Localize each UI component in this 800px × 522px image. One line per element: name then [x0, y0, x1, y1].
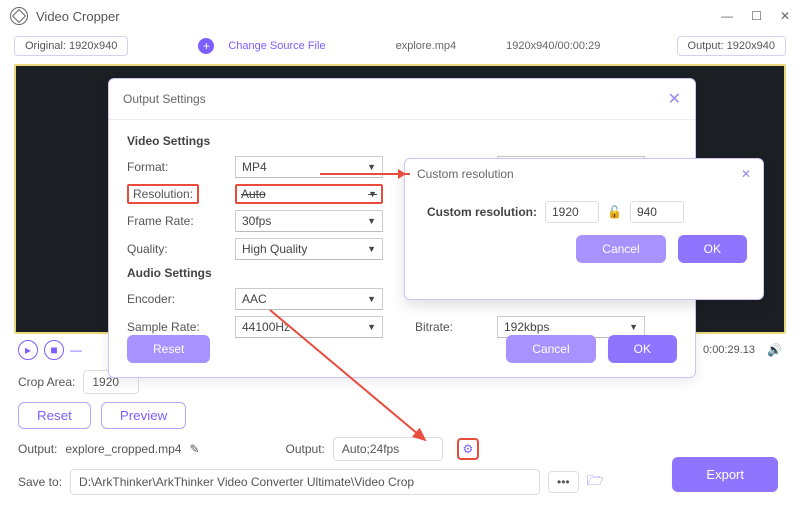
- save-to-label: Save to:: [18, 475, 62, 489]
- aencoder-select[interactable]: AAC▼: [235, 288, 383, 310]
- info-strip: Original: 1920x940 + Change Source File …: [0, 32, 800, 60]
- maximize-icon[interactable]: ☐: [751, 9, 762, 23]
- dialog-title: Output Settings: [123, 92, 206, 106]
- preview-button[interactable]: Preview: [101, 402, 186, 429]
- output-file-label: Output:: [18, 442, 57, 456]
- edit-filename-icon[interactable]: ✎: [189, 442, 199, 456]
- stop-button[interactable]: ■: [44, 340, 64, 360]
- sub-ok-button[interactable]: OK: [678, 235, 747, 263]
- annotation-arrow-icon: [320, 173, 410, 175]
- framerate-label: Frame Rate:: [127, 214, 223, 228]
- change-source-link[interactable]: Change Source File: [228, 40, 325, 52]
- save-path-input[interactable]: D:\ArkThinker\ArkThinker Video Converter…: [70, 469, 540, 495]
- app-logo-icon: [10, 7, 28, 25]
- video-settings-heading: Video Settings: [127, 134, 677, 148]
- output-size-chip: Output: 1920x940: [677, 36, 786, 56]
- export-button[interactable]: Export: [672, 457, 778, 492]
- app-title: Video Cropper: [36, 9, 721, 24]
- resolution-label: Resolution:: [127, 187, 223, 201]
- output-format-label: Output:: [286, 442, 325, 456]
- open-folder-icon[interactable]: 🗁: [587, 470, 604, 494]
- crop-area-label: Crop Area:: [18, 375, 75, 389]
- original-size-chip: Original: 1920x940: [14, 36, 128, 56]
- resolution-select[interactable]: Auto▼: [235, 184, 383, 204]
- output-filename: explore_cropped.mp4: [65, 442, 181, 456]
- dialog-close-icon[interactable]: ✕: [668, 89, 681, 109]
- filename-label: explore.mp4: [396, 40, 457, 52]
- custom-height-input[interactable]: 940: [630, 201, 684, 223]
- reset-button[interactable]: Reset: [18, 402, 91, 429]
- settings-gear-icon[interactable]: ⚙: [457, 438, 479, 460]
- modal-ok-button[interactable]: OK: [608, 335, 677, 363]
- play-button[interactable]: ▸: [18, 340, 38, 360]
- browse-button[interactable]: •••: [548, 471, 579, 493]
- framerate-select[interactable]: 30fps▼: [235, 210, 383, 232]
- bitrate-label: Bitrate:: [415, 320, 485, 334]
- custom-resolution-dialog: Custom resolution ✕ Custom resolution: 1…: [404, 158, 764, 300]
- volume-icon[interactable]: 🔊: [767, 343, 782, 357]
- output-format-value[interactable]: Auto;24fps: [333, 437, 443, 461]
- sub-label: Custom resolution:: [427, 205, 537, 219]
- modal-reset-button[interactable]: Reset: [127, 335, 210, 363]
- samplerate-label: Sample Rate:: [127, 320, 223, 334]
- format-label: Format:: [127, 160, 223, 174]
- sub-title: Custom resolution: [417, 167, 514, 181]
- close-icon[interactable]: ✕: [780, 9, 790, 23]
- modal-cancel-button[interactable]: Cancel: [506, 335, 595, 363]
- sub-close-icon[interactable]: ✕: [741, 167, 751, 181]
- minimize-icon[interactable]: —: [721, 9, 733, 23]
- change-source-plus-icon[interactable]: +: [198, 38, 214, 54]
- custom-width-input[interactable]: 1920: [545, 201, 599, 223]
- quality-select[interactable]: High Quality▼: [235, 238, 383, 260]
- sub-cancel-button[interactable]: Cancel: [576, 235, 665, 263]
- timecode: 0:00:29.13: [703, 344, 755, 356]
- lock-ratio-icon[interactable]: 🔓: [607, 205, 622, 219]
- aencoder-label: Encoder:: [127, 292, 223, 306]
- quality-label: Quality:: [127, 242, 223, 256]
- titlebar: Video Cropper — ☐ ✕: [0, 0, 800, 32]
- duration-label: 1920x940/00:00:29: [506, 40, 600, 52]
